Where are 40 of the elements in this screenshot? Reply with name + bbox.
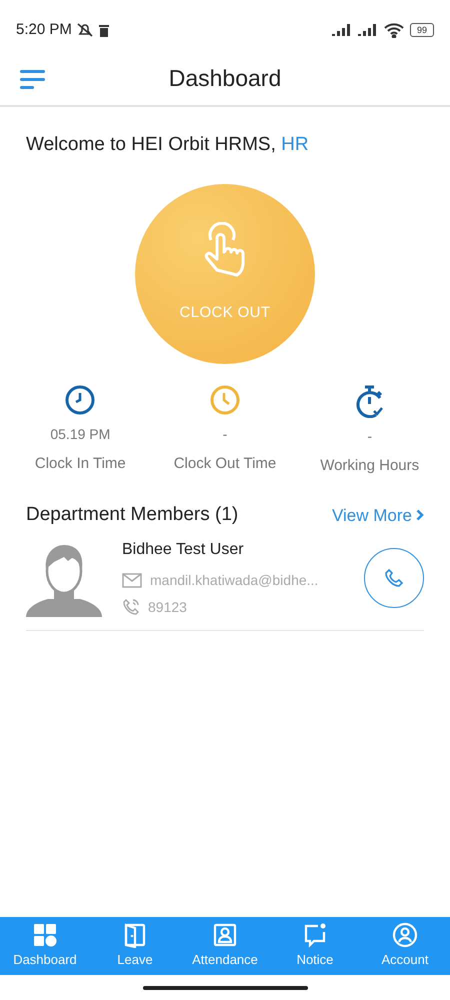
member-phone: 89123 [148, 598, 187, 616]
view-more-link[interactable]: View More [332, 502, 424, 528]
signal-icon [332, 24, 352, 36]
mail-icon [122, 572, 142, 588]
stat-label: Clock In Time [34, 454, 126, 474]
stat-value: 05.19 PM [50, 424, 110, 444]
account-icon [392, 922, 418, 948]
phone-icon [122, 598, 140, 616]
stat-label: Clock Out Time [174, 454, 276, 474]
clock-out-button[interactable]: CLOCK OUT [135, 184, 315, 364]
call-button[interactable] [364, 548, 424, 608]
message-icon [302, 922, 328, 948]
menu-icon[interactable] [20, 68, 45, 88]
nav-tab[interactable]: Dashboard [0, 917, 90, 975]
stat-value: - [367, 426, 372, 446]
page-title: Dashboard [168, 64, 282, 94]
signal-icon [358, 24, 378, 36]
nav-tab[interactable]: Account [360, 917, 450, 975]
welcome-text: Welcome to HEI Orbit HRMS, HR [26, 133, 310, 157]
nav-tab[interactable]: Notice [270, 917, 360, 975]
wifi-icon [384, 22, 404, 38]
nav-tab[interactable]: Attendance [180, 917, 270, 975]
section-title: Department Members (1) [26, 503, 238, 527]
chevron-right-icon [416, 509, 424, 522]
status-time: 5:20 PM [16, 20, 72, 40]
grid-icon [32, 922, 58, 948]
clock-icon [64, 384, 96, 416]
phone-icon [384, 568, 404, 588]
stopwatch-icon [354, 384, 386, 418]
clock-icon [208, 384, 241, 416]
member-name: Bidhee Test User [122, 540, 245, 560]
battery-icon: 99 [410, 23, 434, 37]
id-card-icon [212, 922, 238, 948]
stat-value: - [222, 424, 228, 444]
stat-label: Working Hours [320, 456, 420, 476]
trash-icon [98, 24, 110, 36]
door-icon [122, 922, 148, 948]
muted-bell-icon [76, 22, 94, 38]
nav-tab[interactable]: Leave [90, 917, 180, 975]
member-email: mandil.khatiwada@bidhe... [150, 570, 318, 590]
